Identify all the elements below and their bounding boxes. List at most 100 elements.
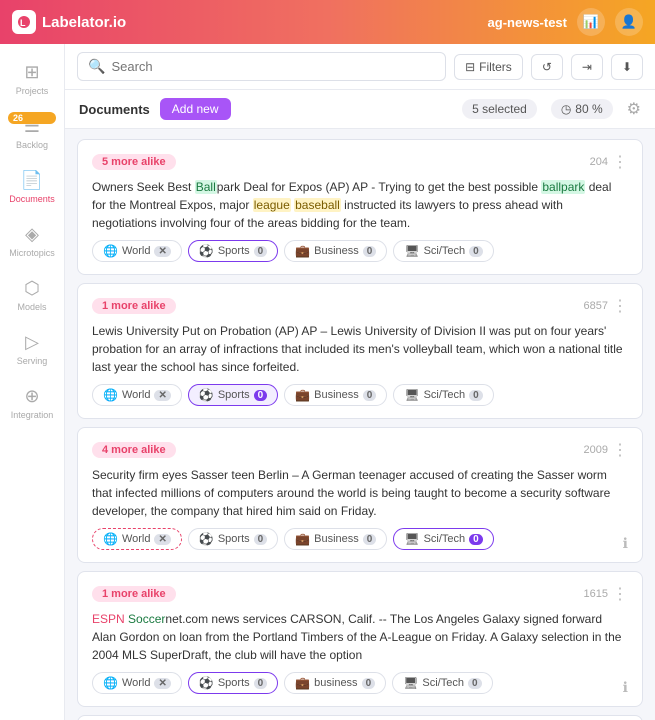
doc-id-3: 1615 bbox=[584, 588, 608, 600]
progress-icon: ◷ bbox=[561, 102, 571, 116]
sports-count-2: 0 bbox=[254, 534, 268, 545]
card-header-2: 4 more alike 2009 ⋮ bbox=[92, 440, 628, 460]
sidebar-item-projects[interactable]: ⊞ Projects bbox=[0, 54, 64, 104]
logo-icon: L bbox=[12, 10, 36, 34]
doc-text-1: Lewis University Put on Probation (AP) A… bbox=[92, 322, 628, 376]
tag-business-0[interactable]: 💼 Business 0 bbox=[284, 240, 387, 262]
tag-business-3[interactable]: 💼 business 0 bbox=[284, 672, 386, 694]
microtopics-icon: ◈ bbox=[25, 224, 39, 245]
scitech-count-3: 0 bbox=[468, 678, 482, 689]
tag-scitech-0[interactable]: 🖥 Sci/Tech 0 bbox=[393, 240, 493, 262]
integration-icon: ⊕ bbox=[24, 386, 39, 407]
sports-icon-3: ⚽ bbox=[199, 676, 214, 690]
tag-business-1[interactable]: 💼 Business 0 bbox=[284, 384, 387, 406]
doc-card-1: 1 more alike 6857 ⋮ Lewis University Put… bbox=[77, 283, 643, 419]
more-alike-badge-2[interactable]: 4 more alike bbox=[92, 442, 176, 458]
topbar: L Labelator.io ag-news-test 📊 👤 bbox=[0, 0, 655, 44]
sidebar-item-models[interactable]: ⬡ Models bbox=[0, 270, 64, 320]
sidebar-item-backlog[interactable]: ☰ Backlog 26 bbox=[0, 108, 64, 158]
topbar-right: ag-news-test 📊 👤 bbox=[488, 8, 643, 36]
more-alike-badge-0[interactable]: 5 more alike bbox=[92, 154, 176, 170]
scitech-icon-1: 🖥 bbox=[404, 388, 419, 402]
scitech-count-1: 0 bbox=[469, 390, 483, 401]
scitech-icon-0: 🖥 bbox=[404, 244, 419, 258]
doc-id-2: 2009 bbox=[584, 444, 608, 456]
add-new-button[interactable]: Add new bbox=[160, 98, 231, 120]
highlight-league-0: league bbox=[253, 198, 291, 212]
sidebar-item-integration[interactable]: ⊕ Integration bbox=[0, 378, 64, 428]
kebab-menu-1[interactable]: ⋮ bbox=[612, 296, 628, 316]
kebab-menu-0[interactable]: ⋮ bbox=[612, 152, 628, 172]
tags-row-1: 🌐 World ✕ ⚽ Sports 0 💼 Business 0 bbox=[92, 384, 628, 406]
search-box[interactable]: 🔍 bbox=[77, 52, 446, 81]
sports-count-1: 0 bbox=[254, 390, 268, 401]
tag-world-2[interactable]: 🌐 World ✕ bbox=[92, 528, 182, 550]
highlight-baseball-0: baseball bbox=[294, 198, 341, 212]
sports-count-3: 0 bbox=[254, 678, 268, 689]
tag-business-2[interactable]: 💼 Business 0 bbox=[284, 528, 387, 550]
business-count-3: 0 bbox=[362, 678, 376, 689]
content-area: 5 more alike 204 ⋮ Owners Seek Best Ball… bbox=[65, 129, 655, 720]
world-icon-0: 🌐 bbox=[103, 244, 118, 258]
sidebar-item-microtopics[interactable]: ◈ Microtopics bbox=[0, 216, 64, 266]
info-icon-3[interactable]: ℹ bbox=[623, 679, 628, 696]
column-settings-icon[interactable]: ⚙ bbox=[627, 99, 641, 119]
kebab-menu-3[interactable]: ⋮ bbox=[612, 584, 628, 604]
toolbar: 🔍 ⊟ Filters ↺ ⇥ ⬇ bbox=[65, 44, 655, 90]
info-icon-2[interactable]: ℹ bbox=[623, 535, 628, 552]
tag-world-1[interactable]: 🌐 World ✕ bbox=[92, 384, 182, 406]
scitech-icon-2: 🖥 bbox=[404, 532, 419, 546]
export-button-2[interactable]: ⬇ bbox=[611, 54, 643, 80]
progress-badge: ◷ 80 % bbox=[551, 99, 613, 119]
export-button-1[interactable]: ⇥ bbox=[571, 54, 603, 80]
tags-row-2: 🌐 World ✕ ⚽ Sports 0 💼 Business 0 bbox=[92, 528, 628, 550]
documents-header: Documents Add new 5 selected ◷ 80 % ⚙ bbox=[65, 90, 655, 129]
highlight-soccer: Soccer bbox=[128, 612, 165, 626]
tags-row-0: 🌐 World ✕ ⚽ Sports 0 💼 Business 0 bbox=[92, 240, 628, 262]
search-input[interactable] bbox=[111, 59, 435, 74]
stats-icon[interactable]: 📊 bbox=[577, 8, 605, 36]
doc-text-2: Security firm eyes Sasser teen Berlin – … bbox=[92, 466, 628, 520]
world-count-3: ✕ bbox=[154, 678, 170, 689]
tag-scitech-3[interactable]: 🖥 Sci/Tech 0 bbox=[392, 672, 492, 694]
export-icon-1: ⇥ bbox=[582, 60, 592, 74]
doc-text-0: Owners Seek Best Ballpark Deal for Expos… bbox=[92, 178, 628, 232]
business-count-2: 0 bbox=[363, 534, 377, 545]
tag-sports-2[interactable]: ⚽ Sports 0 bbox=[188, 528, 278, 550]
projects-icon: ⊞ bbox=[24, 62, 39, 83]
main-area: 🔍 ⊟ Filters ↺ ⇥ ⬇ Documents Add new 5 bbox=[65, 44, 655, 720]
doc-id-1: 6857 bbox=[584, 300, 608, 312]
tag-sports-0[interactable]: ⚽ Sports 0 bbox=[188, 240, 278, 262]
backlog-badge: 26 bbox=[8, 112, 56, 124]
sidebar-item-documents[interactable]: 📄 Documents bbox=[0, 162, 64, 212]
models-icon: ⬡ bbox=[24, 278, 40, 299]
sidebar-item-serving[interactable]: ▷ Serving bbox=[0, 324, 64, 374]
kebab-menu-2[interactable]: ⋮ bbox=[612, 440, 628, 460]
tag-sports-1[interactable]: ⚽ Sports 0 bbox=[188, 384, 278, 406]
logo-text: Labelator.io bbox=[42, 14, 126, 31]
business-icon-3: 💼 bbox=[295, 676, 310, 690]
business-icon-1: 💼 bbox=[295, 388, 310, 402]
tag-scitech-2[interactable]: 🖥 Sci/Tech 0 bbox=[393, 528, 493, 550]
selected-badge: 5 selected bbox=[462, 99, 537, 119]
sports-icon-2: ⚽ bbox=[199, 532, 214, 546]
tag-scitech-1[interactable]: 🖥 Sci/Tech 0 bbox=[393, 384, 493, 406]
filter-button[interactable]: ⊟ Filters bbox=[454, 54, 523, 80]
more-alike-badge-1[interactable]: 1 more alike bbox=[92, 298, 176, 314]
refresh-button[interactable]: ↺ bbox=[531, 54, 563, 80]
card-header-1: 1 more alike 6857 ⋮ bbox=[92, 296, 628, 316]
tag-world-0[interactable]: 🌐 World ✕ bbox=[92, 240, 182, 262]
logo[interactable]: L Labelator.io bbox=[12, 10, 126, 34]
business-icon-2: 💼 bbox=[295, 532, 310, 546]
doc-text-3: ESPN Soccernet.com news services CARSON,… bbox=[92, 610, 628, 664]
topbar-username: ag-news-test bbox=[488, 15, 567, 30]
search-icon: 🔍 bbox=[88, 58, 105, 75]
card-header-0: 5 more alike 204 ⋮ bbox=[92, 152, 628, 172]
sports-icon-0: ⚽ bbox=[199, 244, 214, 258]
world-icon-1: 🌐 bbox=[103, 388, 118, 402]
user-icon[interactable]: 👤 bbox=[615, 8, 643, 36]
world-count-1: ✕ bbox=[154, 390, 170, 401]
more-alike-badge-3[interactable]: 1 more alike bbox=[92, 586, 176, 602]
tag-sports-3[interactable]: ⚽ Sports 0 bbox=[188, 672, 278, 694]
tag-world-3[interactable]: 🌐 World ✕ bbox=[92, 672, 182, 694]
